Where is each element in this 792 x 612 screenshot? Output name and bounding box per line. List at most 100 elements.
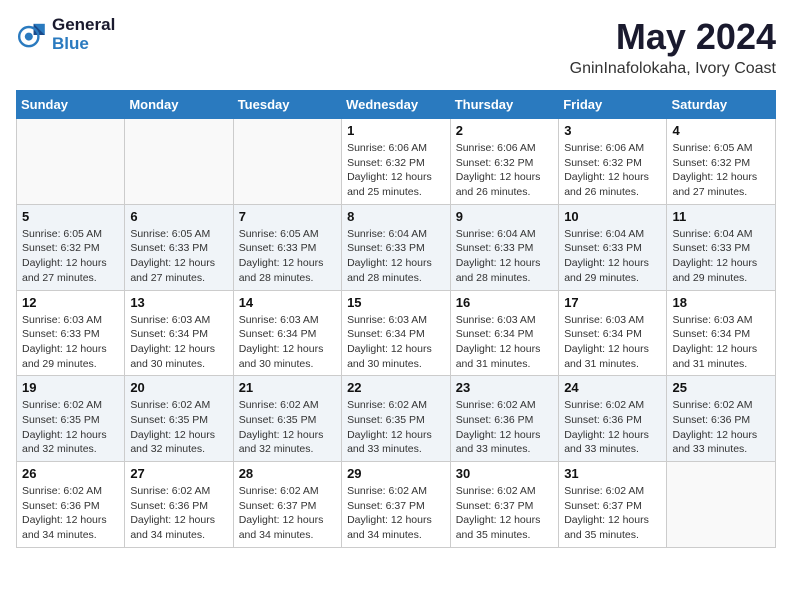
day-number: 26 [22, 466, 119, 481]
day-number: 25 [672, 380, 770, 395]
day-info: Sunrise: 6:02 AM Sunset: 6:36 PM Dayligh… [130, 484, 227, 543]
day-info: Sunrise: 6:03 AM Sunset: 6:34 PM Dayligh… [130, 313, 227, 372]
day-number: 5 [22, 209, 119, 224]
day-number: 24 [564, 380, 661, 395]
day-info: Sunrise: 6:03 AM Sunset: 6:33 PM Dayligh… [22, 313, 119, 372]
day-number: 1 [347, 123, 445, 138]
calendar-day-cell: 23 Sunrise: 6:02 AM Sunset: 6:36 PM Dayli… [450, 376, 558, 462]
calendar-day-cell: 13Sunrise: 6:03 AM Sunset: 6:34 PM Dayli… [125, 290, 233, 376]
day-info: Sunrise: 6:02 AM Sunset: 6:37 PM Dayligh… [347, 484, 445, 543]
day-info: Sunrise: 6:02 AM Sunset: 6:35 PM Dayligh… [239, 398, 336, 457]
day-info: Sunrise: 6:03 AM Sunset: 6:34 PM Dayligh… [456, 313, 553, 372]
day-info: Sunrise: 6:02 AM Sunset: 6:37 PM Dayligh… [239, 484, 336, 543]
page-header: General Blue May 2024 GninInafolokaha, I… [16, 16, 776, 78]
day-info: Sunrise: 6:05 AM Sunset: 6:33 PM Dayligh… [239, 227, 336, 286]
calendar-day-cell: 21 Sunrise: 6:02 AM Sunset: 6:35 PM Dayli… [233, 376, 341, 462]
weekday-header: Thursday [450, 91, 558, 119]
day-number: 11 [672, 209, 770, 224]
day-info: Sunrise: 6:03 AM Sunset: 6:34 PM Dayligh… [239, 313, 336, 372]
calendar-day-cell: 20 Sunrise: 6:02 AM Sunset: 6:35 PM Dayli… [125, 376, 233, 462]
calendar-day-cell: 19Sunrise: 6:02 AM Sunset: 6:35 PM Dayli… [17, 376, 125, 462]
calendar-day-cell: 31 Sunrise: 6:02 AM Sunset: 6:37 PM Dayli… [559, 462, 667, 548]
day-info: Sunrise: 6:02 AM Sunset: 6:35 PM Dayligh… [130, 398, 227, 457]
day-number: 7 [239, 209, 336, 224]
day-info: Sunrise: 6:06 AM Sunset: 6:32 PM Dayligh… [456, 141, 553, 200]
weekday-header: Saturday [667, 91, 776, 119]
day-number: 4 [672, 123, 770, 138]
day-number: 27 [130, 466, 227, 481]
day-info: Sunrise: 6:03 AM Sunset: 6:34 PM Dayligh… [347, 313, 445, 372]
day-info: Sunrise: 6:04 AM Sunset: 6:33 PM Dayligh… [564, 227, 661, 286]
calendar-day-cell: 5 Sunrise: 6:05 AM Sunset: 6:32 PM Daylig… [17, 204, 125, 290]
day-number: 14 [239, 295, 336, 310]
calendar-day-cell: 6Sunrise: 6:05 AM Sunset: 6:33 PM Daylig… [125, 204, 233, 290]
day-number: 15 [347, 295, 445, 310]
logo-icon [16, 19, 48, 51]
weekday-header: Tuesday [233, 91, 341, 119]
day-info: Sunrise: 6:02 AM Sunset: 6:37 PM Dayligh… [564, 484, 661, 543]
day-info: Sunrise: 6:04 AM Sunset: 6:33 PM Dayligh… [347, 227, 445, 286]
day-info: Sunrise: 6:02 AM Sunset: 6:35 PM Dayligh… [347, 398, 445, 457]
day-number: 18 [672, 295, 770, 310]
calendar-day-cell [17, 119, 125, 205]
calendar-day-cell: 4 Sunrise: 6:05 AM Sunset: 6:32 PM Daylig… [667, 119, 776, 205]
day-number: 3 [564, 123, 661, 138]
calendar-week-row: 5 Sunrise: 6:05 AM Sunset: 6:32 PM Daylig… [17, 204, 776, 290]
calendar-day-cell: 24 Sunrise: 6:02 AM Sunset: 6:36 PM Dayli… [559, 376, 667, 462]
calendar-day-cell: 1 Sunrise: 6:06 AM Sunset: 6:32 PM Daylig… [342, 119, 451, 205]
day-number: 9 [456, 209, 553, 224]
day-number: 31 [564, 466, 661, 481]
weekday-header: Sunday [17, 91, 125, 119]
day-info: Sunrise: 6:02 AM Sunset: 6:36 PM Dayligh… [672, 398, 770, 457]
day-info: Sunrise: 6:02 AM Sunset: 6:36 PM Dayligh… [564, 398, 661, 457]
logo: General Blue [16, 16, 115, 53]
calendar-header-row: SundayMondayTuesdayWednesdayThursdayFrid… [17, 91, 776, 119]
calendar-day-cell: 22 Sunrise: 6:02 AM Sunset: 6:35 PM Dayli… [342, 376, 451, 462]
calendar-day-cell: 12Sunrise: 6:03 AM Sunset: 6:33 PM Dayli… [17, 290, 125, 376]
day-info: Sunrise: 6:04 AM Sunset: 6:33 PM Dayligh… [456, 227, 553, 286]
calendar-week-row: 1 Sunrise: 6:06 AM Sunset: 6:32 PM Daylig… [17, 119, 776, 205]
day-info: Sunrise: 6:05 AM Sunset: 6:32 PM Dayligh… [22, 227, 119, 286]
weekday-header: Monday [125, 91, 233, 119]
day-info: Sunrise: 6:03 AM Sunset: 6:34 PM Dayligh… [564, 313, 661, 372]
calendar-day-cell: 30 Sunrise: 6:02 AM Sunset: 6:37 PM Dayli… [450, 462, 558, 548]
calendar-day-cell [233, 119, 341, 205]
day-info: Sunrise: 6:06 AM Sunset: 6:32 PM Dayligh… [347, 141, 445, 200]
day-info: Sunrise: 6:02 AM Sunset: 6:36 PM Dayligh… [456, 398, 553, 457]
day-number: 6 [130, 209, 227, 224]
day-number: 22 [347, 380, 445, 395]
calendar-day-cell: 10 Sunrise: 6:04 AM Sunset: 6:33 PM Dayli… [559, 204, 667, 290]
day-number: 20 [130, 380, 227, 395]
calendar-week-row: 26 Sunrise: 6:02 AM Sunset: 6:36 PM Dayli… [17, 462, 776, 548]
day-number: 8 [347, 209, 445, 224]
day-info: Sunrise: 6:03 AM Sunset: 6:34 PM Dayligh… [672, 313, 770, 372]
calendar-day-cell: 25 Sunrise: 6:02 AM Sunset: 6:36 PM Dayli… [667, 376, 776, 462]
calendar-day-cell: 8 Sunrise: 6:04 AM Sunset: 6:33 PM Daylig… [342, 204, 451, 290]
day-info: Sunrise: 6:05 AM Sunset: 6:32 PM Dayligh… [672, 141, 770, 200]
day-number: 17 [564, 295, 661, 310]
day-info: Sunrise: 6:06 AM Sunset: 6:32 PM Dayligh… [564, 141, 661, 200]
month-year-title: May 2024 [570, 16, 776, 58]
calendar-day-cell: 28 Sunrise: 6:02 AM Sunset: 6:37 PM Dayli… [233, 462, 341, 548]
calendar-day-cell: 2 Sunrise: 6:06 AM Sunset: 6:32 PM Daylig… [450, 119, 558, 205]
day-info: Sunrise: 6:02 AM Sunset: 6:36 PM Dayligh… [22, 484, 119, 543]
day-number: 23 [456, 380, 553, 395]
calendar-week-row: 19 Sunrise: 6:02 AM Sunset: 6:35 PM Dayli… [17, 376, 776, 462]
calendar-day-cell: 17 Sunrise: 6:03 AM Sunset: 6:34 PM Dayli… [559, 290, 667, 376]
calendar-day-cell: 15 Sunrise: 6:03 AM Sunset: 6:34 PM Dayli… [342, 290, 451, 376]
calendar-day-cell: 14 Sunrise: 6:03 AM Sunset: 6:34 PM Dayli… [233, 290, 341, 376]
day-number: 10 [564, 209, 661, 224]
calendar-day-cell: 29Sunrise: 6:02 AM Sunset: 6:37 PM Dayli… [342, 462, 451, 548]
day-number: 21 [239, 380, 336, 395]
day-number: 28 [239, 466, 336, 481]
day-number: 19 [22, 380, 119, 395]
logo-text: General Blue [52, 16, 115, 53]
day-number: 30 [456, 466, 553, 481]
calendar-table: SundayMondayTuesdayWednesdayThursdayFrid… [16, 90, 776, 548]
calendar-day-cell: 3 Sunrise: 6:06 AM Sunset: 6:32 PM Daylig… [559, 119, 667, 205]
calendar-day-cell: 11Sunrise: 6:04 AM Sunset: 6:33 PM Dayli… [667, 204, 776, 290]
day-info: Sunrise: 6:02 AM Sunset: 6:37 PM Dayligh… [456, 484, 553, 543]
title-block: May 2024 GninInafolokaha, Ivory Coast [570, 16, 776, 78]
day-number: 16 [456, 295, 553, 310]
day-number: 2 [456, 123, 553, 138]
